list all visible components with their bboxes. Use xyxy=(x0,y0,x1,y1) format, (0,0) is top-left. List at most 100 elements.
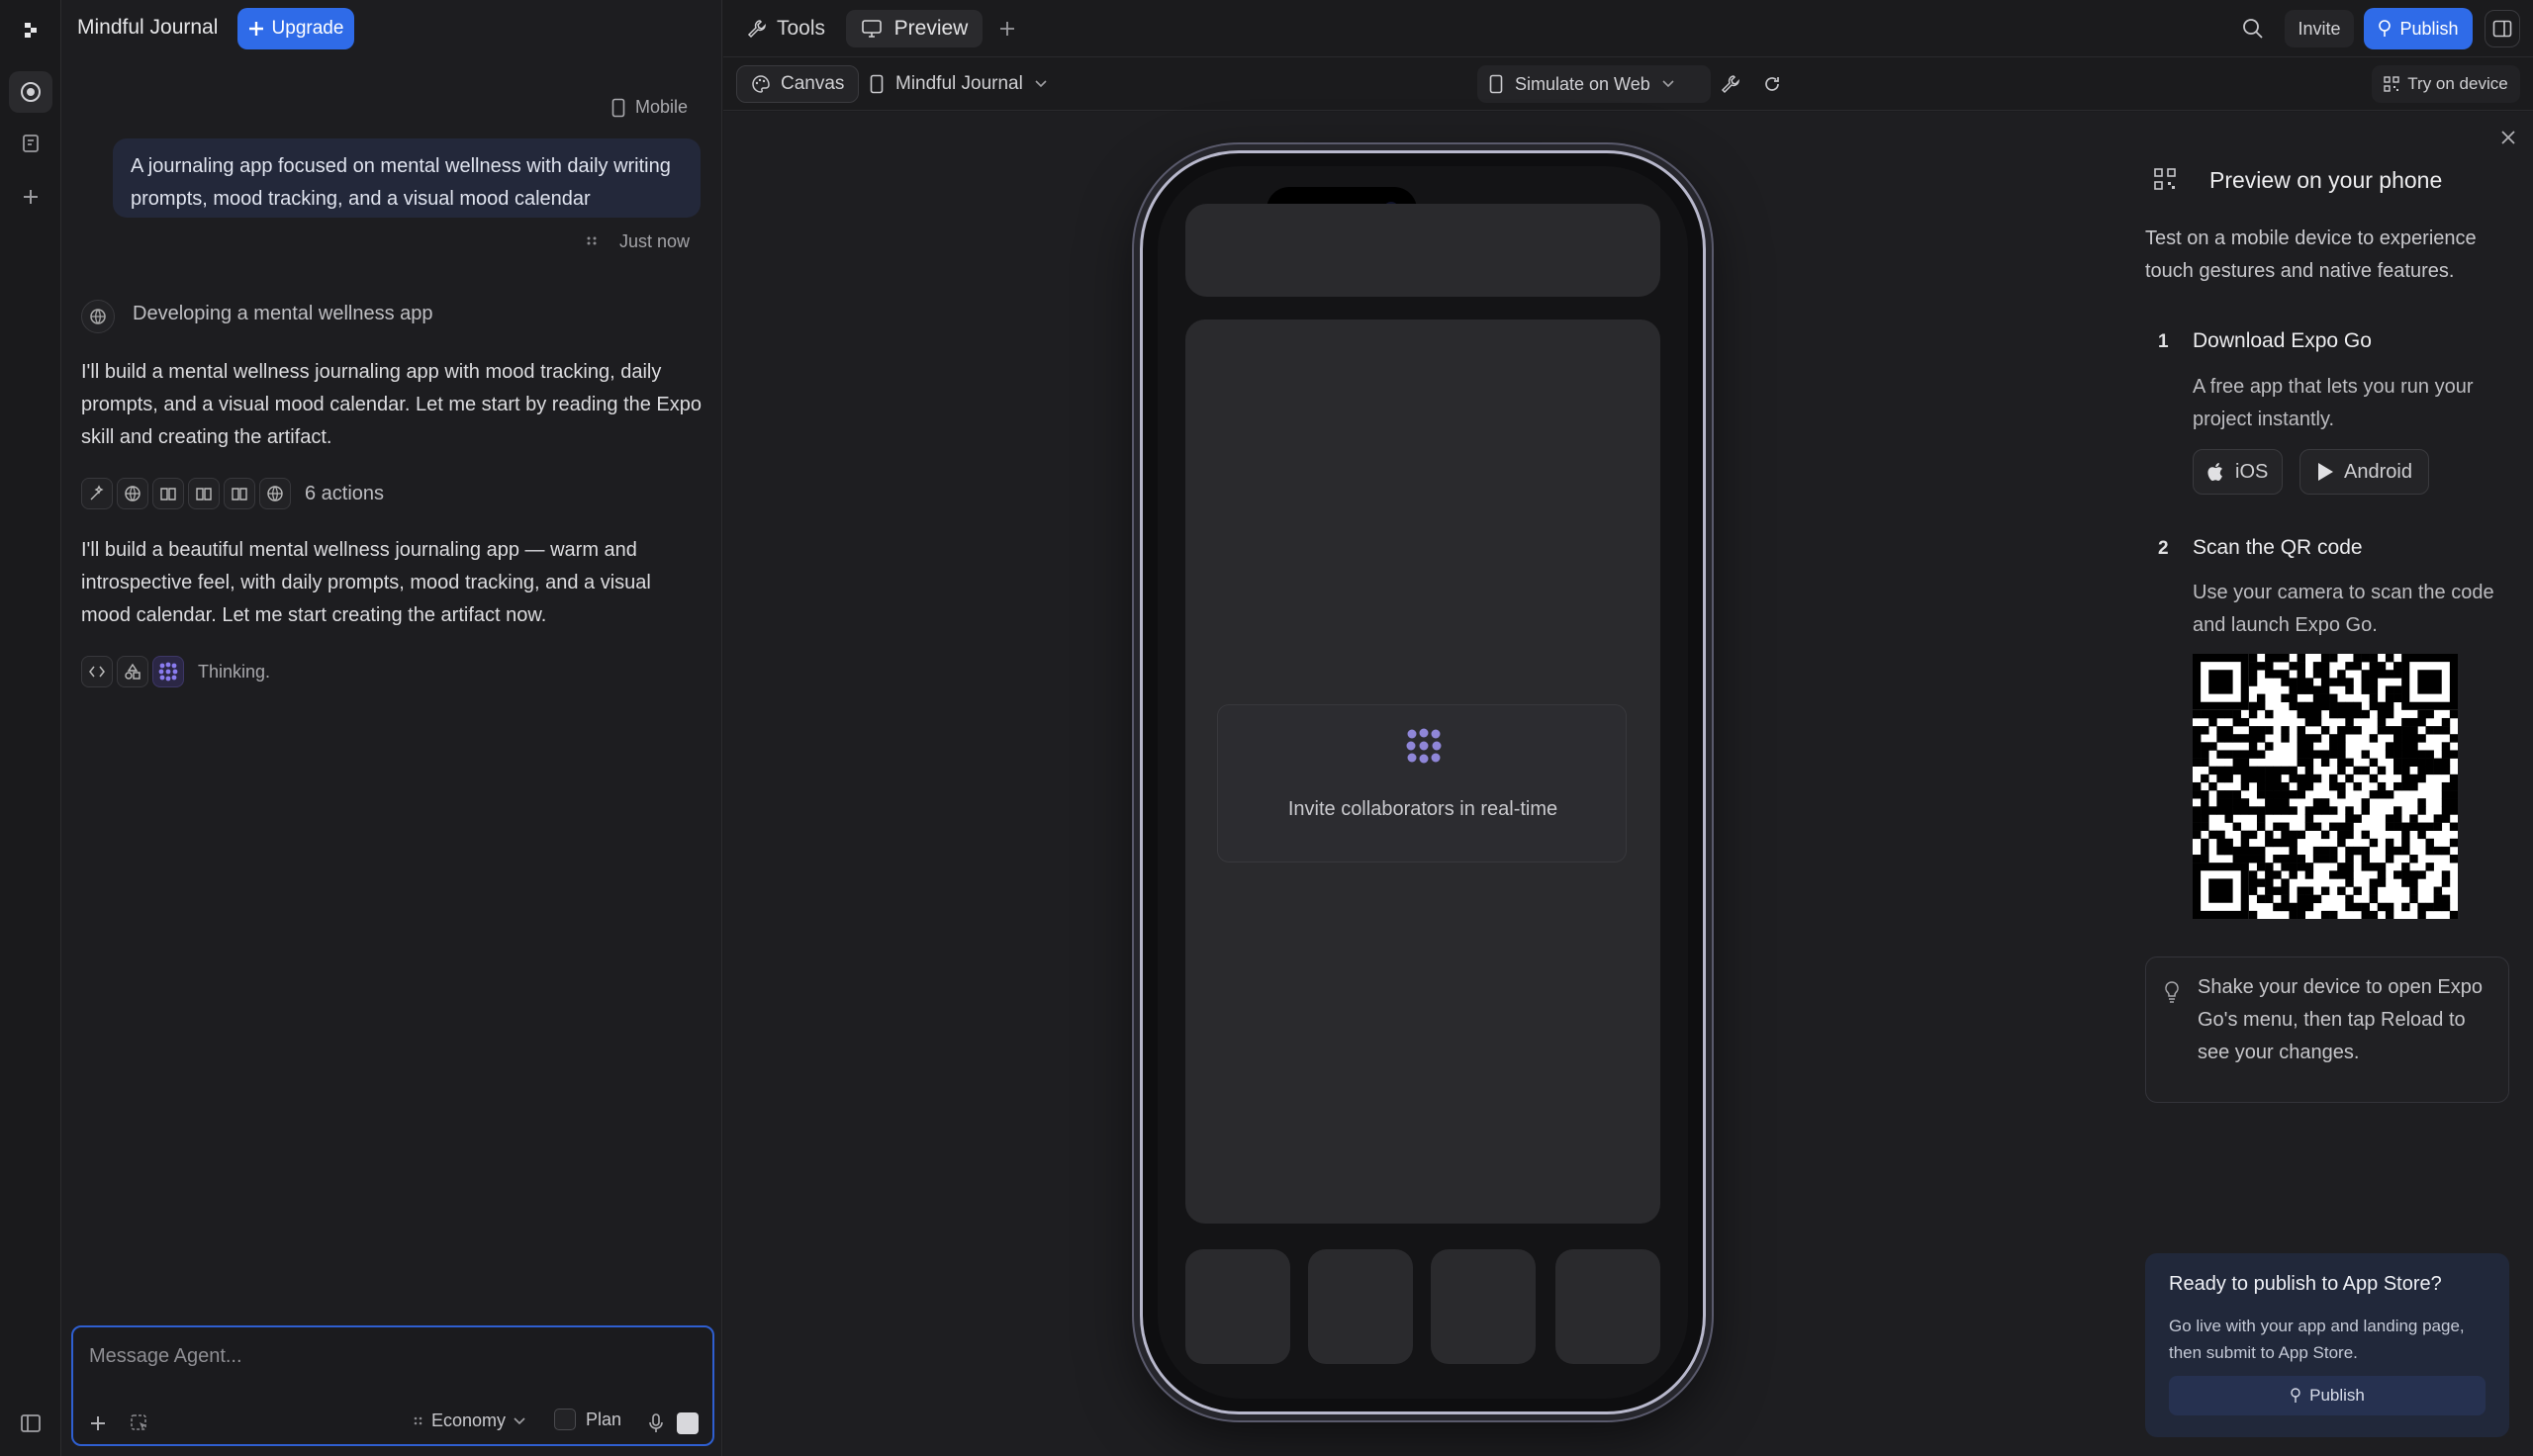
tab-skeleton xyxy=(1555,1249,1660,1364)
user-message-text: A journaling app focused on mental welln… xyxy=(131,155,671,210)
microphone-icon[interactable] xyxy=(641,1409,671,1438)
android-label: Android xyxy=(2344,460,2412,483)
chevron-down-icon xyxy=(1662,80,1674,88)
pin-icon xyxy=(2379,20,2392,37)
phone-volume-up xyxy=(1132,481,1138,566)
logo-icon[interactable] xyxy=(14,14,47,46)
magic-icon xyxy=(81,478,113,509)
phone-action-button xyxy=(1132,388,1138,437)
thinking-label: Thinking. xyxy=(198,661,271,682)
mobile-icon xyxy=(611,98,625,117)
message-timestamp: Just now xyxy=(619,231,691,251)
toggle-sidebar-icon[interactable] xyxy=(9,1403,52,1444)
message-input[interactable]: Message Agent... xyxy=(89,1345,242,1368)
search-icon[interactable] xyxy=(2235,12,2271,46)
panel-title: Preview on your phone xyxy=(2209,167,2443,193)
header-skeleton xyxy=(1185,204,1660,297)
devtools-icon[interactable] xyxy=(1713,67,1748,101)
mobile-icon xyxy=(870,74,884,94)
tip-text: Shake your device to open Expo Go's menu… xyxy=(2198,976,2483,1063)
canvas-label: Canvas xyxy=(781,73,845,94)
project-name[interactable]: Mindful Journal xyxy=(77,16,218,40)
refresh-icon[interactable] xyxy=(1754,67,1790,101)
app-logo-icon xyxy=(1405,727,1443,765)
step-2-number: 2 xyxy=(2158,538,2169,559)
step-1-title: Download Expo Go xyxy=(2193,329,2372,352)
canvas-button[interactable]: Canvas xyxy=(736,65,860,103)
assistant-paragraph-2: I'll build a beautiful mental wellness j… xyxy=(81,539,651,626)
android-button[interactable]: Android xyxy=(2299,449,2429,495)
tab-tools[interactable]: Tools xyxy=(747,12,825,46)
chevron-down-icon xyxy=(1035,80,1047,88)
plan-toggle[interactable]: Plan xyxy=(554,1409,621,1430)
assistant-paragraph-1: I'll build a mental wellness journaling … xyxy=(81,361,703,448)
select-element-icon[interactable] xyxy=(125,1409,154,1438)
mode-badge: Mobile xyxy=(611,97,688,118)
publish-card: Ready to publish to App Store? Go live w… xyxy=(2145,1253,2509,1437)
upgrade-button[interactable]: Upgrade xyxy=(237,8,354,49)
publish-card-button[interactable]: Publish xyxy=(2169,1376,2486,1415)
message-meta: Just now xyxy=(586,231,690,252)
plan-checkbox[interactable] xyxy=(554,1409,576,1430)
collab-card-text: Invite collaborators in real-time xyxy=(1287,798,1558,820)
simulate-selector[interactable]: Simulate on Web xyxy=(1477,65,1711,103)
actions-count: 6 actions xyxy=(305,482,385,504)
chat-panel: Mindful Journal Upgrade Mobile A journal… xyxy=(61,0,722,1456)
simulate-label: Simulate on Web xyxy=(1515,73,1650,94)
close-icon[interactable] xyxy=(2494,124,2522,151)
globe-icon xyxy=(259,478,291,509)
tab-skeleton xyxy=(1185,1249,1290,1364)
tools-label: Tools xyxy=(777,17,826,40)
tab-preview[interactable]: Preview xyxy=(846,10,983,47)
files-nav-icon[interactable] xyxy=(9,123,52,164)
sparkle-icon xyxy=(248,22,263,36)
publish-label: Publish xyxy=(2399,18,2459,39)
add-icon[interactable] xyxy=(83,1409,113,1438)
preview-label: Preview xyxy=(893,17,969,40)
invite-button[interactable]: Invite xyxy=(2285,10,2354,47)
publish-button[interactable]: Publish xyxy=(2364,8,2473,49)
pin-icon xyxy=(2291,1388,2300,1403)
panel-toggle-icon[interactable] xyxy=(2485,10,2520,47)
model-selector[interactable]: Economy xyxy=(414,1410,525,1431)
plan-label: Plan xyxy=(586,1409,622,1429)
left-rail xyxy=(0,0,61,1456)
composer: Message Agent... Economy Plan xyxy=(71,1325,714,1446)
book-icon xyxy=(224,478,255,509)
code-icon xyxy=(81,656,113,687)
stop-button[interactable] xyxy=(677,1412,699,1434)
task-title[interactable]: Developing a mental wellness app xyxy=(133,303,433,325)
ios-label: iOS xyxy=(2235,460,2269,483)
drag-handle-icon xyxy=(414,1416,422,1424)
collab-card: Invite collaborators in real-time xyxy=(1217,704,1627,863)
agent-nav-icon[interactable] xyxy=(9,71,52,113)
ios-button[interactable]: iOS xyxy=(2193,449,2284,495)
qr-code xyxy=(2193,654,2458,919)
publish-card-desc: Go live with your app and landing page, … xyxy=(2169,1317,2465,1362)
artifact-selector[interactable]: Mindful Journal xyxy=(870,65,1047,103)
step-2-desc: Use your camera to scan the code and lau… xyxy=(2193,582,2494,636)
shapes-icon xyxy=(117,656,148,687)
palette-icon xyxy=(752,75,770,93)
preview-toolbar: Canvas Mindful Journal Simulate on Web T… xyxy=(723,57,2533,111)
publish-card-title: Ready to publish to App Store? xyxy=(2169,1273,2442,1295)
step-1-desc: A free app that lets you run your projec… xyxy=(2193,376,2474,430)
step-1-number: 1 xyxy=(2158,331,2169,352)
globe-icon xyxy=(117,478,148,509)
try-on-device-button[interactable]: Try on device xyxy=(2372,65,2520,103)
step-2-title: Scan the QR code xyxy=(2193,536,2363,559)
publish-card-button-label: Publish xyxy=(2309,1386,2365,1405)
user-message: A journaling app focused on mental welln… xyxy=(113,138,701,218)
phone-power-button xyxy=(1708,512,1714,647)
qr-scan-icon xyxy=(2153,167,2177,191)
monitor-icon xyxy=(861,20,882,38)
phone-volume-down xyxy=(1132,592,1138,677)
lightbulb-icon xyxy=(2164,981,2180,1003)
try-device-label: Try on device xyxy=(2407,74,2508,93)
apple-icon xyxy=(2207,463,2222,481)
add-tab-icon[interactable] xyxy=(992,14,1022,44)
tab-skeleton xyxy=(1431,1249,1536,1364)
new-item-icon[interactable] xyxy=(9,176,52,218)
actions-row[interactable]: 6 actions xyxy=(81,478,384,509)
chevron-down-icon xyxy=(514,1416,525,1424)
